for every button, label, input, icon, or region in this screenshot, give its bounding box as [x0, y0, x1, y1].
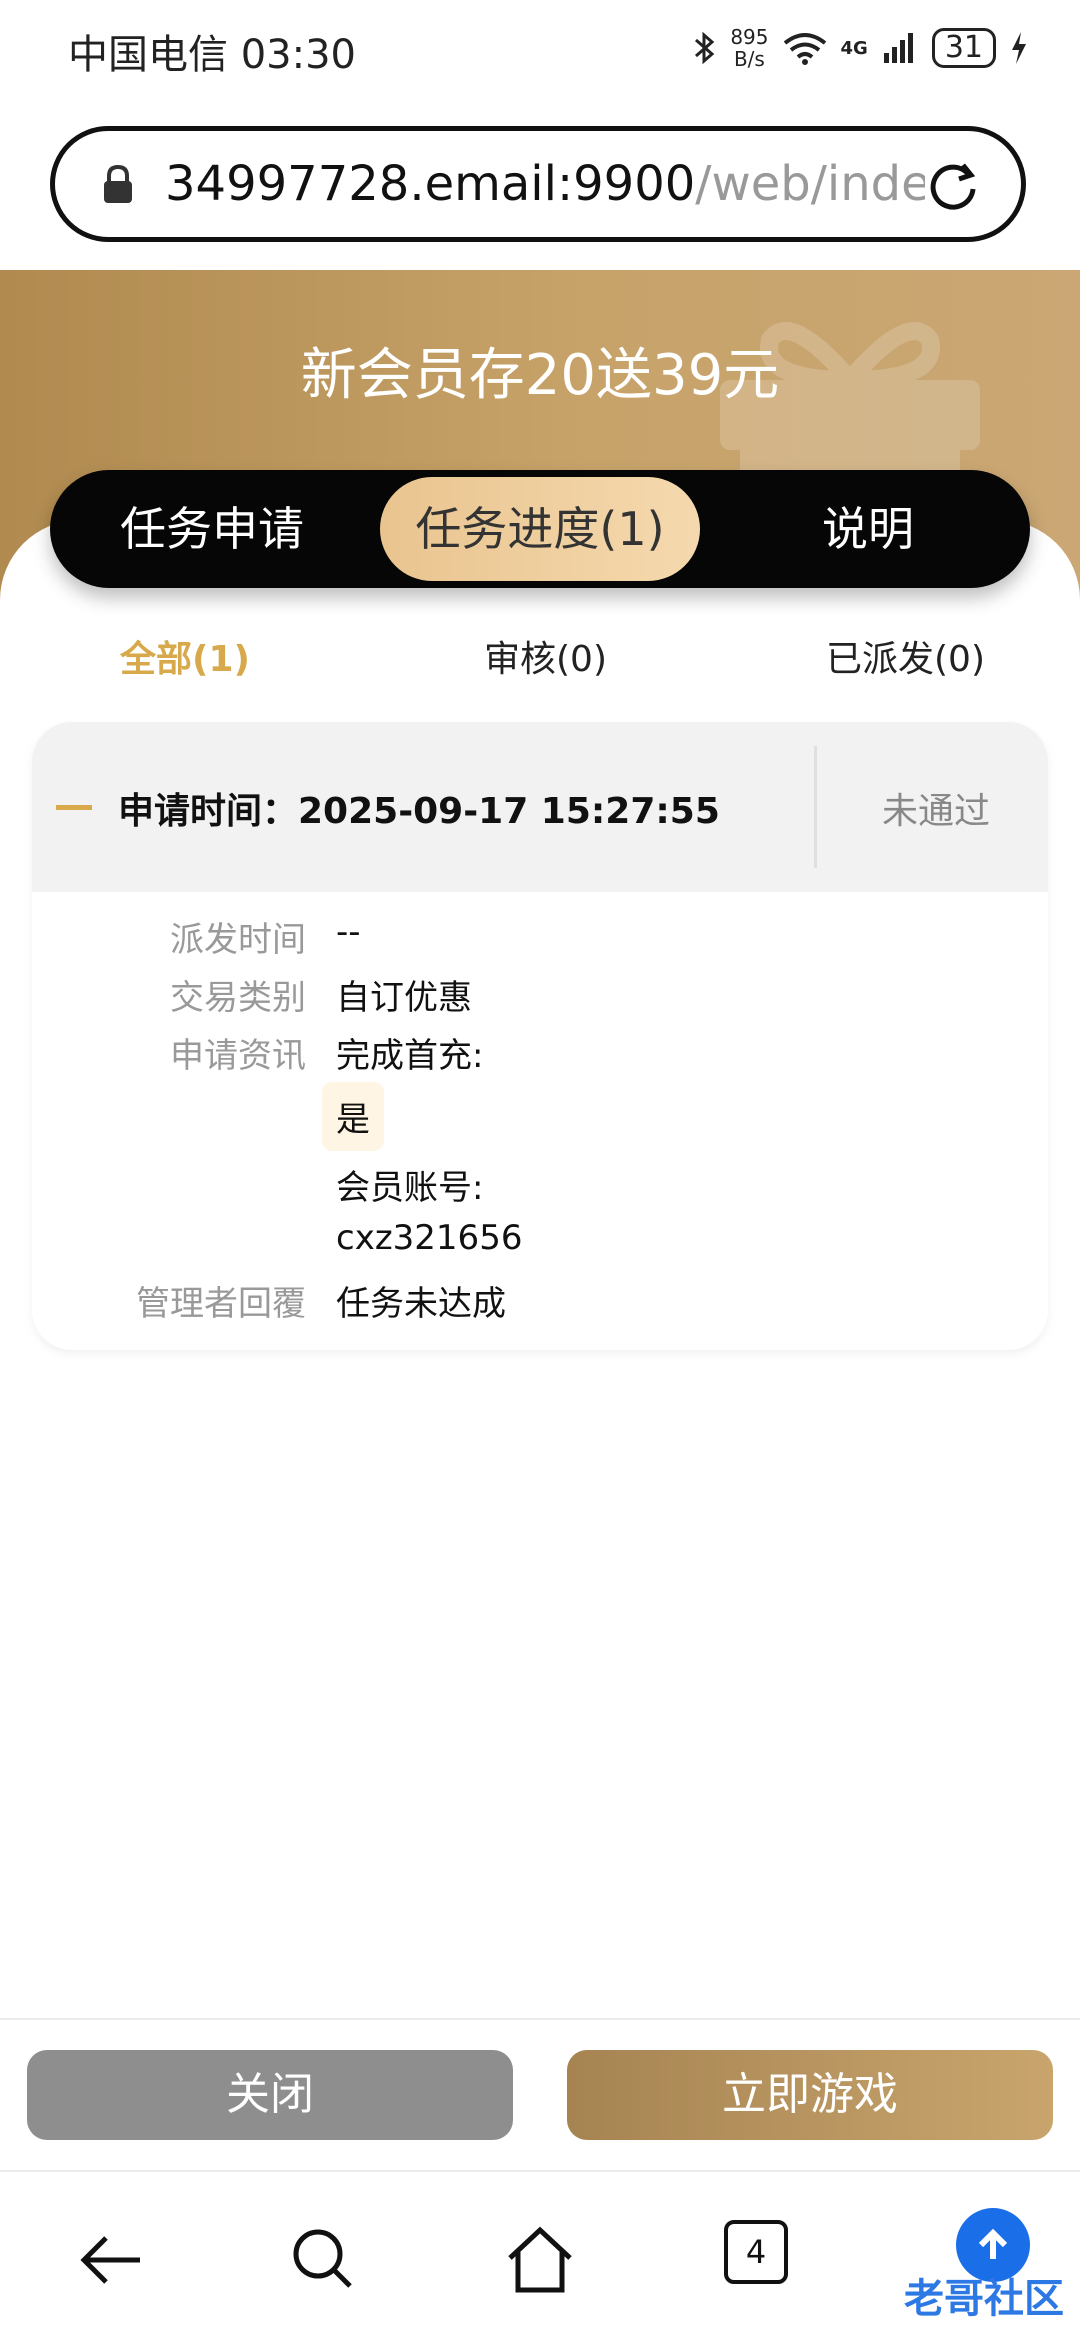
type-value: 自订优惠 [336, 978, 472, 1018]
tabs-button[interactable]: 4 [724, 2220, 804, 2300]
watermark: 老哥社区 [904, 2276, 1064, 2322]
url-path: /web/index.p [695, 156, 925, 212]
info-member-account-label: 会员账号: [336, 1168, 484, 1208]
banner-title: 新会员存20送39元 [300, 343, 780, 408]
play-now-button[interactable]: 立即游戏 [567, 2050, 1053, 2140]
status-badge: 未通过 [882, 791, 991, 832]
charging-icon [1012, 32, 1026, 64]
info-first-deposit: 完成首充: [336, 1036, 484, 1076]
info-member-account: cxz321656 [336, 1218, 523, 1258]
wifi-icon [783, 33, 826, 65]
dispatch-time-label: 派发时间 [170, 920, 306, 960]
tab-task-apply[interactable]: 任务申请 [50, 477, 374, 581]
info-label: 申请资讯 [170, 1036, 306, 1076]
close-button[interactable]: 关闭 [27, 2050, 513, 2140]
bottom-divider [0, 2018, 1080, 2020]
main-tab-bar: 任务申请 任务进度(1) 说明 [50, 470, 1030, 588]
admin-reply-label: 管理者回覆 [136, 1284, 306, 1324]
record-header[interactable]: 申请时间：2025-09-17 15:27:55 未通过 [32, 722, 1048, 892]
net-speed-unit: B/s [733, 47, 765, 71]
admin-reply-value: 任务未达成 [336, 1284, 506, 1324]
status-bar: 中国电信 03:30 895 B/s 4G 31 [0, 0, 1080, 110]
filter-tab-review[interactable]: 审核(0) [484, 630, 607, 682]
task-record-card: 申请时间：2025-09-17 15:27:55 未通过 派发时间 -- 交易类… [32, 722, 1048, 1350]
battery-level: 31 [931, 28, 996, 68]
browser-nav-bar: 4 老哥社区 [0, 2172, 1080, 2340]
net-speed: 895 B/s [730, 26, 768, 70]
dispatch-time-value: -- [336, 912, 361, 952]
bluetooth-icon [695, 31, 715, 65]
home-icon[interactable] [500, 2220, 580, 2300]
carrier-time: 中国电信 03:30 [68, 32, 356, 78]
apply-time: 申请时间：2025-09-17 15:27:55 [118, 791, 720, 832]
lock-icon [83, 164, 153, 204]
net-speed-value: 895 [730, 25, 769, 49]
filter-tabs: 全部(1) 审核(0) 已派发(0) [0, 630, 1080, 690]
header-divider [814, 746, 817, 868]
tab-count: 4 [724, 2220, 788, 2284]
back-icon[interactable] [72, 2220, 152, 2300]
search-icon[interactable] [284, 2220, 364, 2300]
signal-icon [883, 33, 913, 63]
type-label: 交易类别 [170, 978, 306, 1018]
url-text[interactable]: 34997728.email:9900/web/index.p [165, 156, 925, 212]
tab-task-progress[interactable]: 任务进度(1) [380, 477, 700, 581]
url-host: 34997728.email:9900 [165, 156, 696, 212]
filter-tab-all[interactable]: 全部(1) [120, 630, 250, 682]
address-bar[interactable]: 34997728.email:9900/web/index.p [50, 126, 1026, 242]
collapse-icon[interactable] [56, 805, 92, 810]
info-first-deposit-value: 是 [322, 1082, 384, 1151]
filter-tab-dispatched[interactable]: 已派发(0) [826, 630, 985, 682]
tab-instructions[interactable]: 说明 [706, 477, 1030, 581]
reload-icon[interactable] [925, 159, 981, 215]
network-type: 4G [840, 37, 868, 59]
